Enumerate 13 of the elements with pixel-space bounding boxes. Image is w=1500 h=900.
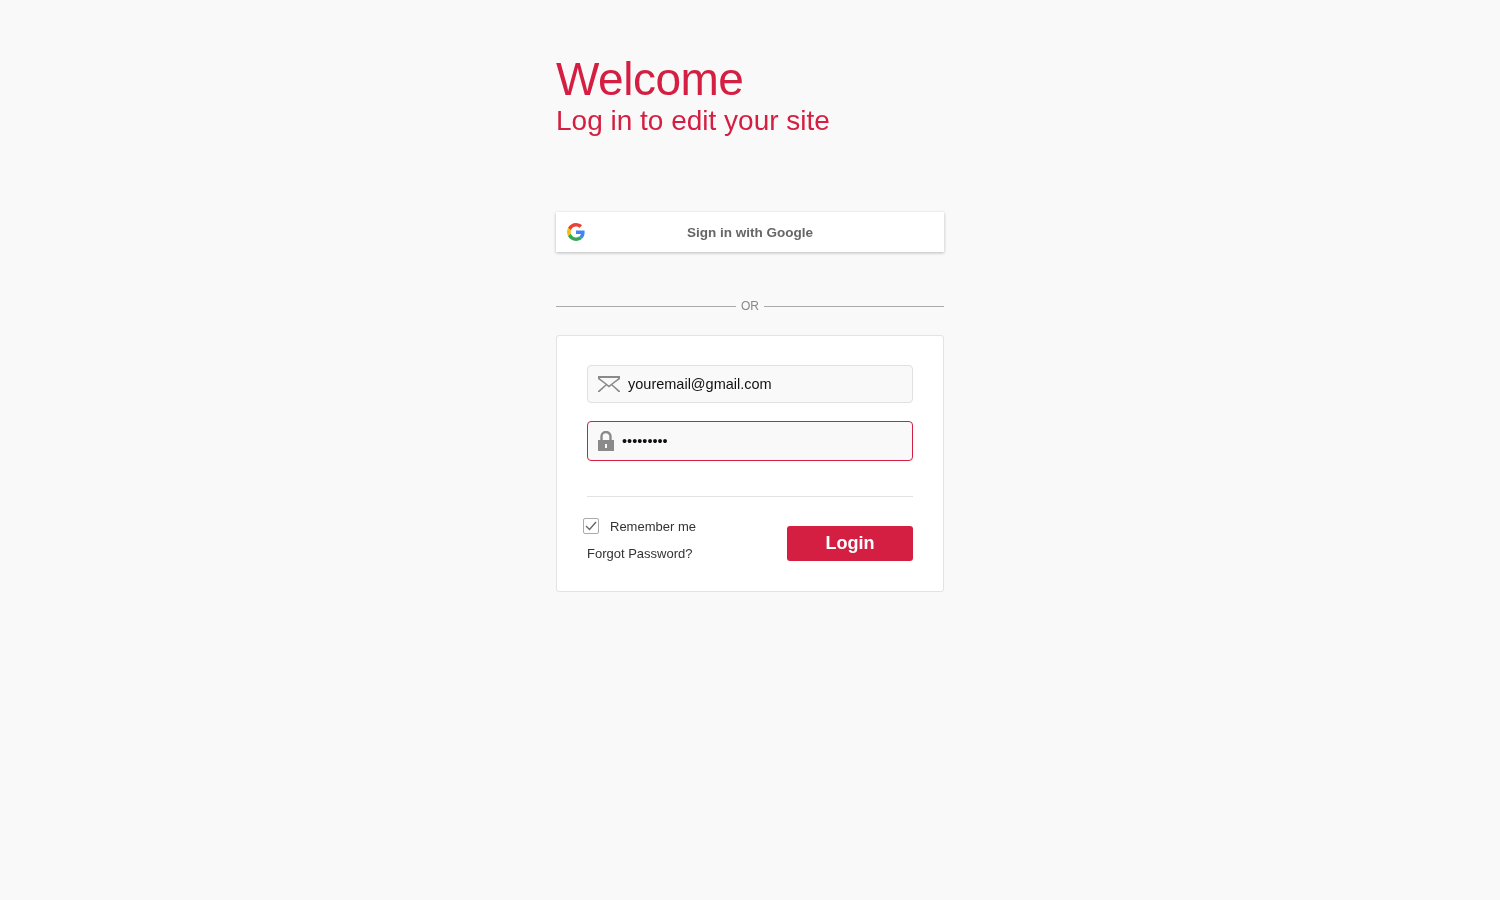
login-button[interactable]: Login: [787, 526, 913, 561]
google-sign-in-button[interactable]: Sign in with Google: [556, 212, 944, 252]
remember-me-label: Remember me: [610, 518, 696, 534]
page-subtitle: Log in to edit your site: [556, 106, 831, 136]
padlock-icon: [598, 431, 614, 451]
or-label: OR: [741, 299, 759, 313]
welcome-title: Welcome: [556, 52, 745, 106]
remember-checkbox[interactable]: [583, 518, 599, 534]
google-g-icon: [567, 223, 585, 241]
email-field[interactable]: youremail@gmail.com: [587, 365, 913, 403]
password-field[interactable]: •••••••••: [587, 421, 913, 461]
envelope-icon: [598, 376, 620, 392]
forgot-password-link[interactable]: Forgot Password?: [587, 546, 696, 561]
